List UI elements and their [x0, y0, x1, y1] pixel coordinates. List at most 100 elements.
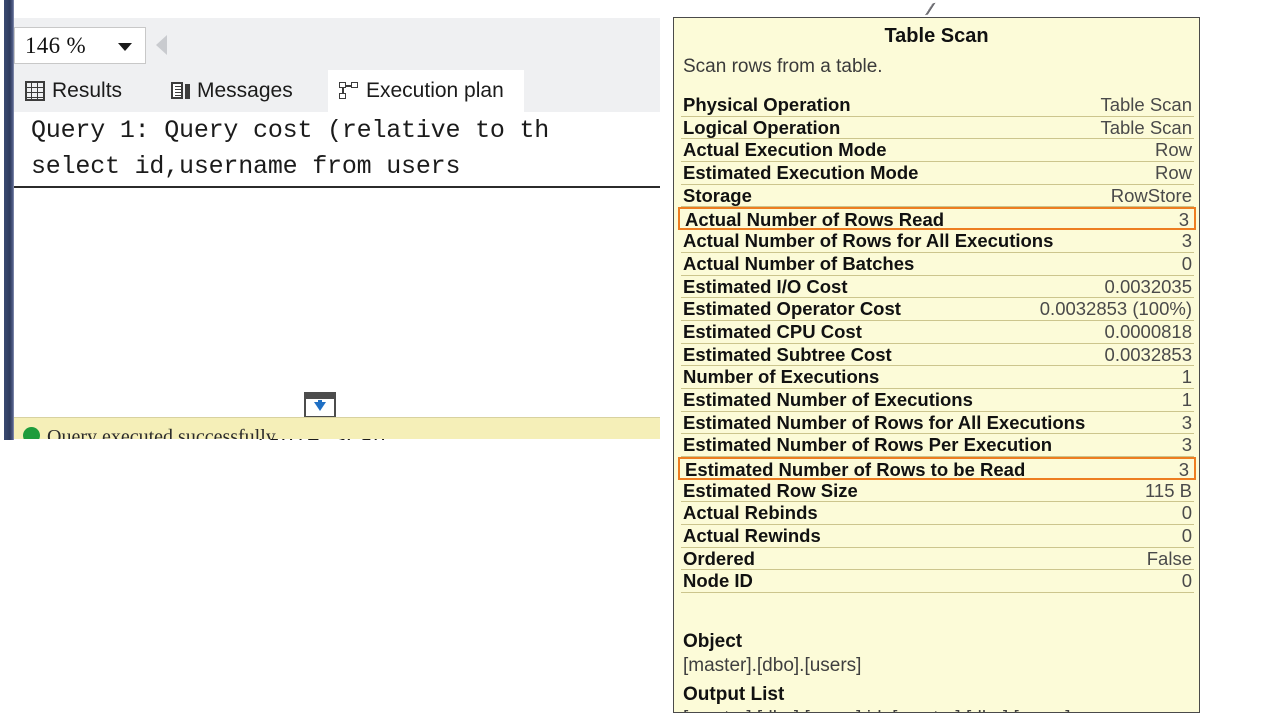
tooltip-property-key: Estimated Number of Rows Per Execution [683, 434, 1053, 456]
ssms-results-pane: 146 % Results Messages Execution plan Qu… [0, 0, 660, 440]
tooltip-property-row: Actual Number of Rows Read 3 [678, 207, 1196, 230]
tooltip-property-key: Physical Operation [683, 94, 851, 115]
tooltip-property-row: Estimated Number of Rows for All Executi… [681, 412, 1194, 435]
execution-plan-icon [339, 81, 359, 101]
tooltip-footer-label: Output List [683, 684, 785, 705]
tooltip-property-key: Estimated Subtree Cost [683, 343, 892, 365]
tooltip-description: Scan rows from a table. [683, 56, 883, 77]
tooltip-property-key: Estimated Execution Mode [683, 162, 919, 184]
execution-plan-canvas[interactable]: Table Scan [users] Cost: 100 % 0.000s 3 … [14, 188, 660, 440]
tooltip-property-value: 3 [1181, 230, 1192, 252]
tab-messages-label: Messages [197, 79, 293, 102]
tooltip-property-row: Estimated Operator Cost 0.0032853 (100%) [681, 298, 1194, 321]
tooltip-property-row: Estimated Number of Rows Per Execution 3 [681, 434, 1194, 457]
chevron-down-icon[interactable] [118, 43, 132, 51]
triangle-left-icon[interactable] [156, 35, 167, 55]
tooltip-property-row: Estimated Number of Rows to be Read 3 [678, 457, 1196, 480]
screenshot-root: 146 % Results Messages Execution plan Qu… [0, 0, 1280, 720]
tooltip-property-row: Estimated I/O Cost 0.0032035 [681, 276, 1194, 299]
tooltip-property-value: 0 [1181, 570, 1192, 592]
tab-messages[interactable]: Messages [159, 70, 327, 112]
tooltip-property-key: Estimated Operator Cost [683, 298, 901, 320]
query-cost-line: Query 1: Query cost (relative to th [31, 116, 550, 145]
tooltip-property-row: Logical Operation Table Scan [681, 117, 1194, 140]
tooltip-title: Table Scan [884, 25, 989, 47]
query-sql-text: select id,username from users [31, 152, 461, 181]
tooltip-property-value: Table Scan [1100, 116, 1192, 138]
message-page-icon [170, 81, 190, 101]
tooltip-footer: Object [master].[dbo].[users] Output List [… [683, 631, 1193, 712]
tooltip-footer-value: [master].[dbo].[users].id, [master].[dbo… [683, 708, 1193, 712]
grid-icon [25, 81, 45, 101]
tooltip-property-key: Ordered [683, 547, 755, 569]
tooltip-property-row: Actual Number of Rows for All Executions… [681, 230, 1194, 253]
tooltip-property-key: Actual Rewinds [683, 525, 821, 547]
tooltip-property-key: Estimated Number of Rows for All Executi… [683, 411, 1086, 433]
tooltip-property-row: Number of Executions 1 [681, 366, 1194, 389]
results-tabstrip: Results Messages Execution plan [14, 70, 660, 113]
tooltip-property-row: Node ID 0 [681, 570, 1194, 594]
zoom-level-combobox[interactable]: 146 % [14, 27, 146, 64]
tab-results-label: Results [52, 79, 123, 102]
tooltip-property-key: Actual Execution Mode [683, 139, 887, 161]
tooltip-property-value: 0 [1181, 525, 1192, 547]
plan-toolbar: 146 % [14, 18, 660, 70]
tooltip-property-value: 0.0032853 [1104, 343, 1192, 365]
tooltip-property-value: RowStore [1110, 184, 1192, 206]
tooltip-property-row: Actual Rebinds 0 [681, 502, 1194, 526]
tooltip-property-key: Actual Number of Rows for All Executions [683, 230, 1054, 252]
tooltip-property-value: 115 B [1145, 479, 1192, 501]
tooltip-property-key: Number of Executions [683, 366, 880, 388]
status-message-bar: Query executed successfully. [14, 417, 660, 439]
tooltip-property-value: Table Scan [1100, 94, 1192, 115]
tooltip-property-value: Row [1154, 162, 1192, 184]
tooltip-property-value: 0 [1181, 252, 1192, 274]
tooltip-property-key: Estimated Number of Executions [683, 388, 973, 410]
tooltip-property-value: 1 [1181, 366, 1192, 388]
tooltip-property-key: Logical Operation [683, 116, 841, 138]
zoom-level-value: 146 % [25, 33, 86, 58]
tab-execution-plan-label: Execution plan [366, 79, 504, 102]
tooltip-property-value: False [1146, 547, 1192, 569]
tooltip-property-value: 0 [1181, 502, 1192, 524]
tooltip-property-key: Estimated CPU Cost [683, 320, 862, 342]
tooltip-property-row: Actual Rewinds 0 [681, 525, 1194, 548]
tooltip-property-row: Physical Operation Table Scan [681, 94, 1194, 117]
tooltip-property-row: Storage RowStore [681, 185, 1194, 208]
tooltip-property-row: Estimated Row Size 115 B [681, 480, 1194, 503]
mouse-cursor-icon [921, 2, 939, 16]
tooltip-property-value: 0.0032853 (100%) [1039, 298, 1192, 320]
tooltip-property-key: Actual Number of Batches [683, 252, 915, 274]
table-scan-tooltip: Table Scan Scan rows from a table. Physi… [673, 17, 1200, 713]
tooltip-property-key: Actual Number of Rows Read [685, 209, 945, 231]
tooltip-property-value: 3 [1178, 209, 1189, 231]
tooltip-property-row: Actual Number of Batches 0 [681, 253, 1194, 276]
tooltip-property-row: Ordered False [681, 548, 1194, 571]
success-circle-icon [23, 427, 40, 439]
tooltip-property-value: 1 [1181, 388, 1192, 410]
tab-execution-plan[interactable]: Execution plan [328, 70, 524, 112]
tooltip-property-value: 3 [1181, 411, 1192, 433]
tooltip-footer-value: [master].[dbo].[users] [683, 655, 862, 676]
tooltip-property-row: Estimated Subtree Cost 0.0032853 [681, 344, 1194, 367]
query-cost-header: Query 1: Query cost (relative to th sele… [14, 112, 660, 188]
tooltip-property-key: Node ID [683, 570, 753, 592]
tooltip-property-key: Estimated I/O Cost [683, 275, 848, 297]
tooltip-property-key: Estimated Number of Rows to be Read [685, 459, 1026, 480]
tooltip-property-value: 0.0000818 [1104, 320, 1192, 342]
table-scan-icon[interactable] [304, 392, 336, 418]
ide-left-edge-strip [3, 0, 14, 440]
tooltip-property-key: Estimated Row Size [683, 479, 858, 501]
tooltip-property-row: Estimated CPU Cost 0.0000818 [681, 321, 1194, 344]
tooltip-property-row: Actual Execution Mode Row [681, 139, 1194, 163]
status-message-text: Query executed successfully. [47, 426, 280, 439]
tab-results[interactable]: Results [14, 70, 158, 112]
tooltip-property-value: 3 [1181, 434, 1192, 456]
tooltip-footer-label: Object [683, 631, 743, 652]
tooltip-property-value: 0.0032035 [1104, 275, 1192, 297]
tooltip-property-row: Estimated Number of Executions 1 [681, 389, 1194, 412]
tooltip-property-row: Estimated Execution Mode Row [681, 162, 1194, 185]
tooltip-property-key: Storage [683, 184, 752, 206]
tooltip-property-value: Row [1154, 139, 1192, 161]
tooltip-property-key: Actual Rebinds [683, 502, 818, 524]
